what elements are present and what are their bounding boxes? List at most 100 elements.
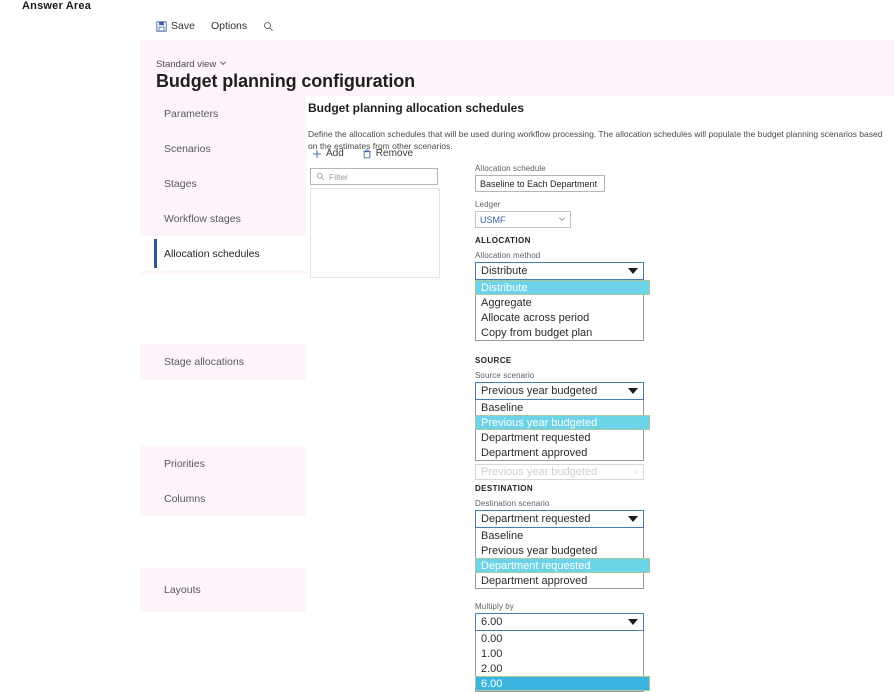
options-button-label: Options	[210, 20, 248, 32]
sidebar-item-columns[interactable]: Columns	[140, 481, 308, 516]
search-button[interactable]	[255, 15, 282, 37]
sidebar-item-allocation-schedules[interactable]: Allocation schedules	[140, 236, 308, 271]
allocation-method-option[interactable]: Aggregate	[476, 295, 643, 310]
sidebar-item-label: Stage allocations	[164, 355, 244, 368]
destination-scenario-option[interactable]: Previous year budgeted	[476, 543, 643, 558]
destination-scenario-option-list[interactable]: Baseline Previous year budgeted Departme…	[475, 528, 650, 589]
destination-scenario-option[interactable]: Department requested	[475, 558, 650, 573]
record-list-empty-area	[310, 278, 440, 478]
page-body: Parameters Scenarios Stages Workflow sta…	[140, 96, 894, 692]
sidebar-group-stage-allocations: Stage allocations	[140, 344, 308, 380]
record-list[interactable]	[310, 188, 440, 278]
allocation-method-value: Distribute	[481, 265, 528, 277]
page-header: Standard view Budget planning configurat…	[140, 40, 894, 96]
options-button[interactable]: Options	[203, 15, 255, 37]
save-button-label: Save	[171, 20, 195, 32]
destination-scenario-combobox[interactable]: Department requested Baseline Previous y…	[475, 510, 650, 594]
source-scenario-option[interactable]: Previous year budgeted	[475, 415, 650, 430]
allocation-schedule-input[interactable]: Baseline to Each Department	[475, 175, 605, 192]
source-scenario-occluded-value: Previous year budgeted	[481, 466, 598, 478]
source-scenario-value: Previous year budgeted	[481, 385, 598, 397]
destination-scenario-option[interactable]: Baseline	[476, 528, 643, 543]
multiply-by-option[interactable]: 1.00	[476, 646, 643, 661]
sidebar-item-label: Layouts	[164, 584, 201, 596]
answer-area-label: Answer Area	[22, 0, 92, 12]
source-scenario-combobox[interactable]: Previous year budgeted Baseline Previous…	[475, 382, 650, 466]
sidebar-item-layouts[interactable]: Layouts	[140, 568, 308, 612]
allocation-method-option[interactable]: Allocate across period	[476, 310, 643, 325]
filter-input[interactable]: Filter	[310, 168, 438, 185]
allocation-method-field-group: Allocation method Distribute Distribute …	[475, 251, 675, 346]
source-scenario-option[interactable]: Department requested	[476, 430, 643, 445]
multiply-by-option[interactable]: 2.00	[476, 661, 643, 676]
save-button[interactable]: Save	[148, 15, 203, 37]
remove-button-label: Remove	[375, 148, 414, 159]
plus-icon	[312, 149, 322, 159]
sidebar-item-stage-allocations[interactable]: Stage allocations	[140, 344, 308, 379]
grid-toolbar: Add Remove	[308, 146, 417, 161]
multiply-by-label: Multiply by	[475, 602, 514, 611]
source-scenario-label: Source scenario	[475, 371, 535, 380]
allocation-method-option-list[interactable]: Distribute Aggregate Allocate across per…	[475, 280, 650, 341]
multiply-by-option[interactable]: 6.00	[475, 676, 650, 691]
save-disk-icon	[156, 20, 167, 32]
dropdown-arrow-icon	[628, 388, 638, 394]
ledger-lookup[interactable]: USMF	[475, 211, 571, 228]
dropdown-arrow-icon	[628, 516, 638, 522]
sidebar-item-scenarios[interactable]: Scenarios	[140, 131, 308, 166]
source-section-heading: SOURCE	[475, 356, 512, 365]
sidebar-item-parameters[interactable]: Parameters	[140, 96, 308, 131]
main-content-pane: Budget planning allocation schedules Def…	[308, 96, 894, 692]
destination-scenario-value: Department requested	[481, 513, 591, 525]
destination-section-heading: DESTINATION	[475, 484, 534, 493]
view-selector[interactable]: Standard view	[156, 59, 227, 70]
chevron-down-icon	[219, 59, 227, 70]
sidebar-item-priorities[interactable]: Priorities	[140, 446, 308, 481]
dropdown-arrow-icon	[628, 268, 638, 274]
source-scenario-occluded-field: Previous year budgeted	[475, 464, 644, 480]
allocation-method-combobox-head[interactable]: Distribute	[475, 262, 644, 280]
source-scenario-option[interactable]: Department approved	[476, 445, 643, 460]
sidebar-item-workflow-stages[interactable]: Workflow stages	[140, 201, 308, 236]
destination-scenario-combobox-head[interactable]: Department requested	[475, 510, 644, 528]
source-scenario-field-group: Source scenario Previous year budgeted B…	[475, 371, 675, 480]
multiply-by-option[interactable]: 0.00	[476, 631, 643, 646]
add-button-label: Add	[326, 148, 344, 159]
chevron-down-icon	[558, 215, 566, 225]
allocation-method-option[interactable]: Copy from budget plan	[476, 325, 643, 340]
allocation-method-option[interactable]: Distribute	[475, 280, 650, 295]
sidebar-item-label: Parameters	[164, 107, 219, 120]
sidebar-group-priorities-columns: Priorities Columns	[140, 446, 308, 516]
sidebar-item-label: Workflow stages	[164, 212, 241, 225]
allocation-schedule-label: Allocation schedule	[475, 164, 546, 173]
allocation-schedule-field-group: Allocation schedule Baseline to Each Dep…	[475, 164, 675, 192]
search-icon	[316, 168, 325, 186]
ledger-value: USMF	[480, 214, 506, 225]
allocation-method-combobox[interactable]: Distribute Distribute Aggregate Allocate…	[475, 262, 650, 346]
remove-button[interactable]: Remove	[358, 146, 417, 161]
multiply-by-combobox-head[interactable]: 6.00	[475, 613, 644, 631]
view-selector-label: Standard view	[156, 59, 217, 70]
source-scenario-option[interactable]: Baseline	[476, 400, 643, 415]
dropdown-arrow-icon	[628, 619, 638, 625]
sidebar-item-label: Columns	[164, 492, 206, 505]
destination-scenario-field-group: Destination scenario Department requeste…	[475, 499, 675, 594]
add-button[interactable]: Add	[308, 146, 348, 161]
sidebar-item-label: Allocation schedules	[164, 247, 260, 260]
allocation-section-heading: ALLOCATION	[475, 236, 531, 245]
multiply-by-option-list[interactable]: 0.00 1.00 2.00 6.00	[475, 631, 650, 692]
destination-scenario-option[interactable]: Department approved	[476, 573, 643, 588]
source-scenario-combobox-head[interactable]: Previous year budgeted	[475, 382, 644, 400]
sidebar-group-primary: Parameters Scenarios Stages Workflow sta…	[140, 96, 308, 274]
sidebar-item-stages[interactable]: Stages	[140, 166, 308, 201]
sidebar-item-label: Priorities	[164, 457, 205, 470]
command-bar: Save Options	[140, 12, 894, 40]
multiply-by-combobox[interactable]: 6.00 0.00 1.00 2.00 6.00	[475, 613, 650, 692]
allocation-method-label: Allocation method	[475, 251, 541, 260]
detail-form: Allocation schedule Baseline to Each Dep…	[475, 164, 675, 692]
filter-placeholder: Filter	[329, 171, 348, 182]
source-scenario-option-list[interactable]: Baseline Previous year budgeted Departme…	[475, 400, 650, 461]
sidebar: Parameters Scenarios Stages Workflow sta…	[140, 96, 308, 655]
sidebar-item-label: Stages	[164, 177, 197, 190]
search-icon	[263, 21, 274, 32]
